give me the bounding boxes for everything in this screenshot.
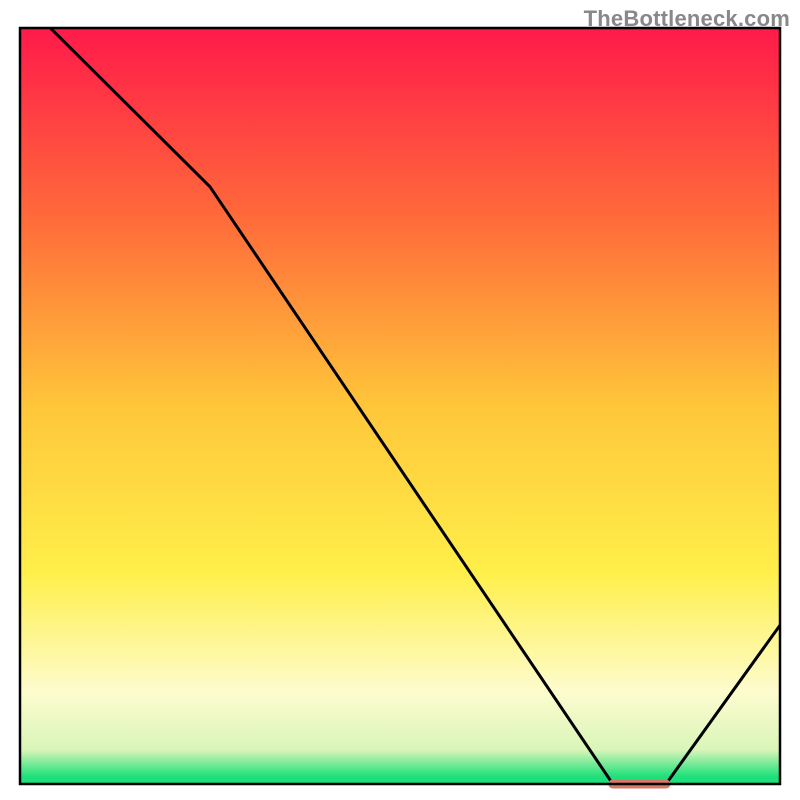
plot-background bbox=[20, 28, 780, 784]
bottleneck-chart bbox=[0, 0, 800, 800]
watermark-text: TheBottleneck.com bbox=[584, 6, 790, 32]
chart-container: TheBottleneck.com bbox=[0, 0, 800, 800]
